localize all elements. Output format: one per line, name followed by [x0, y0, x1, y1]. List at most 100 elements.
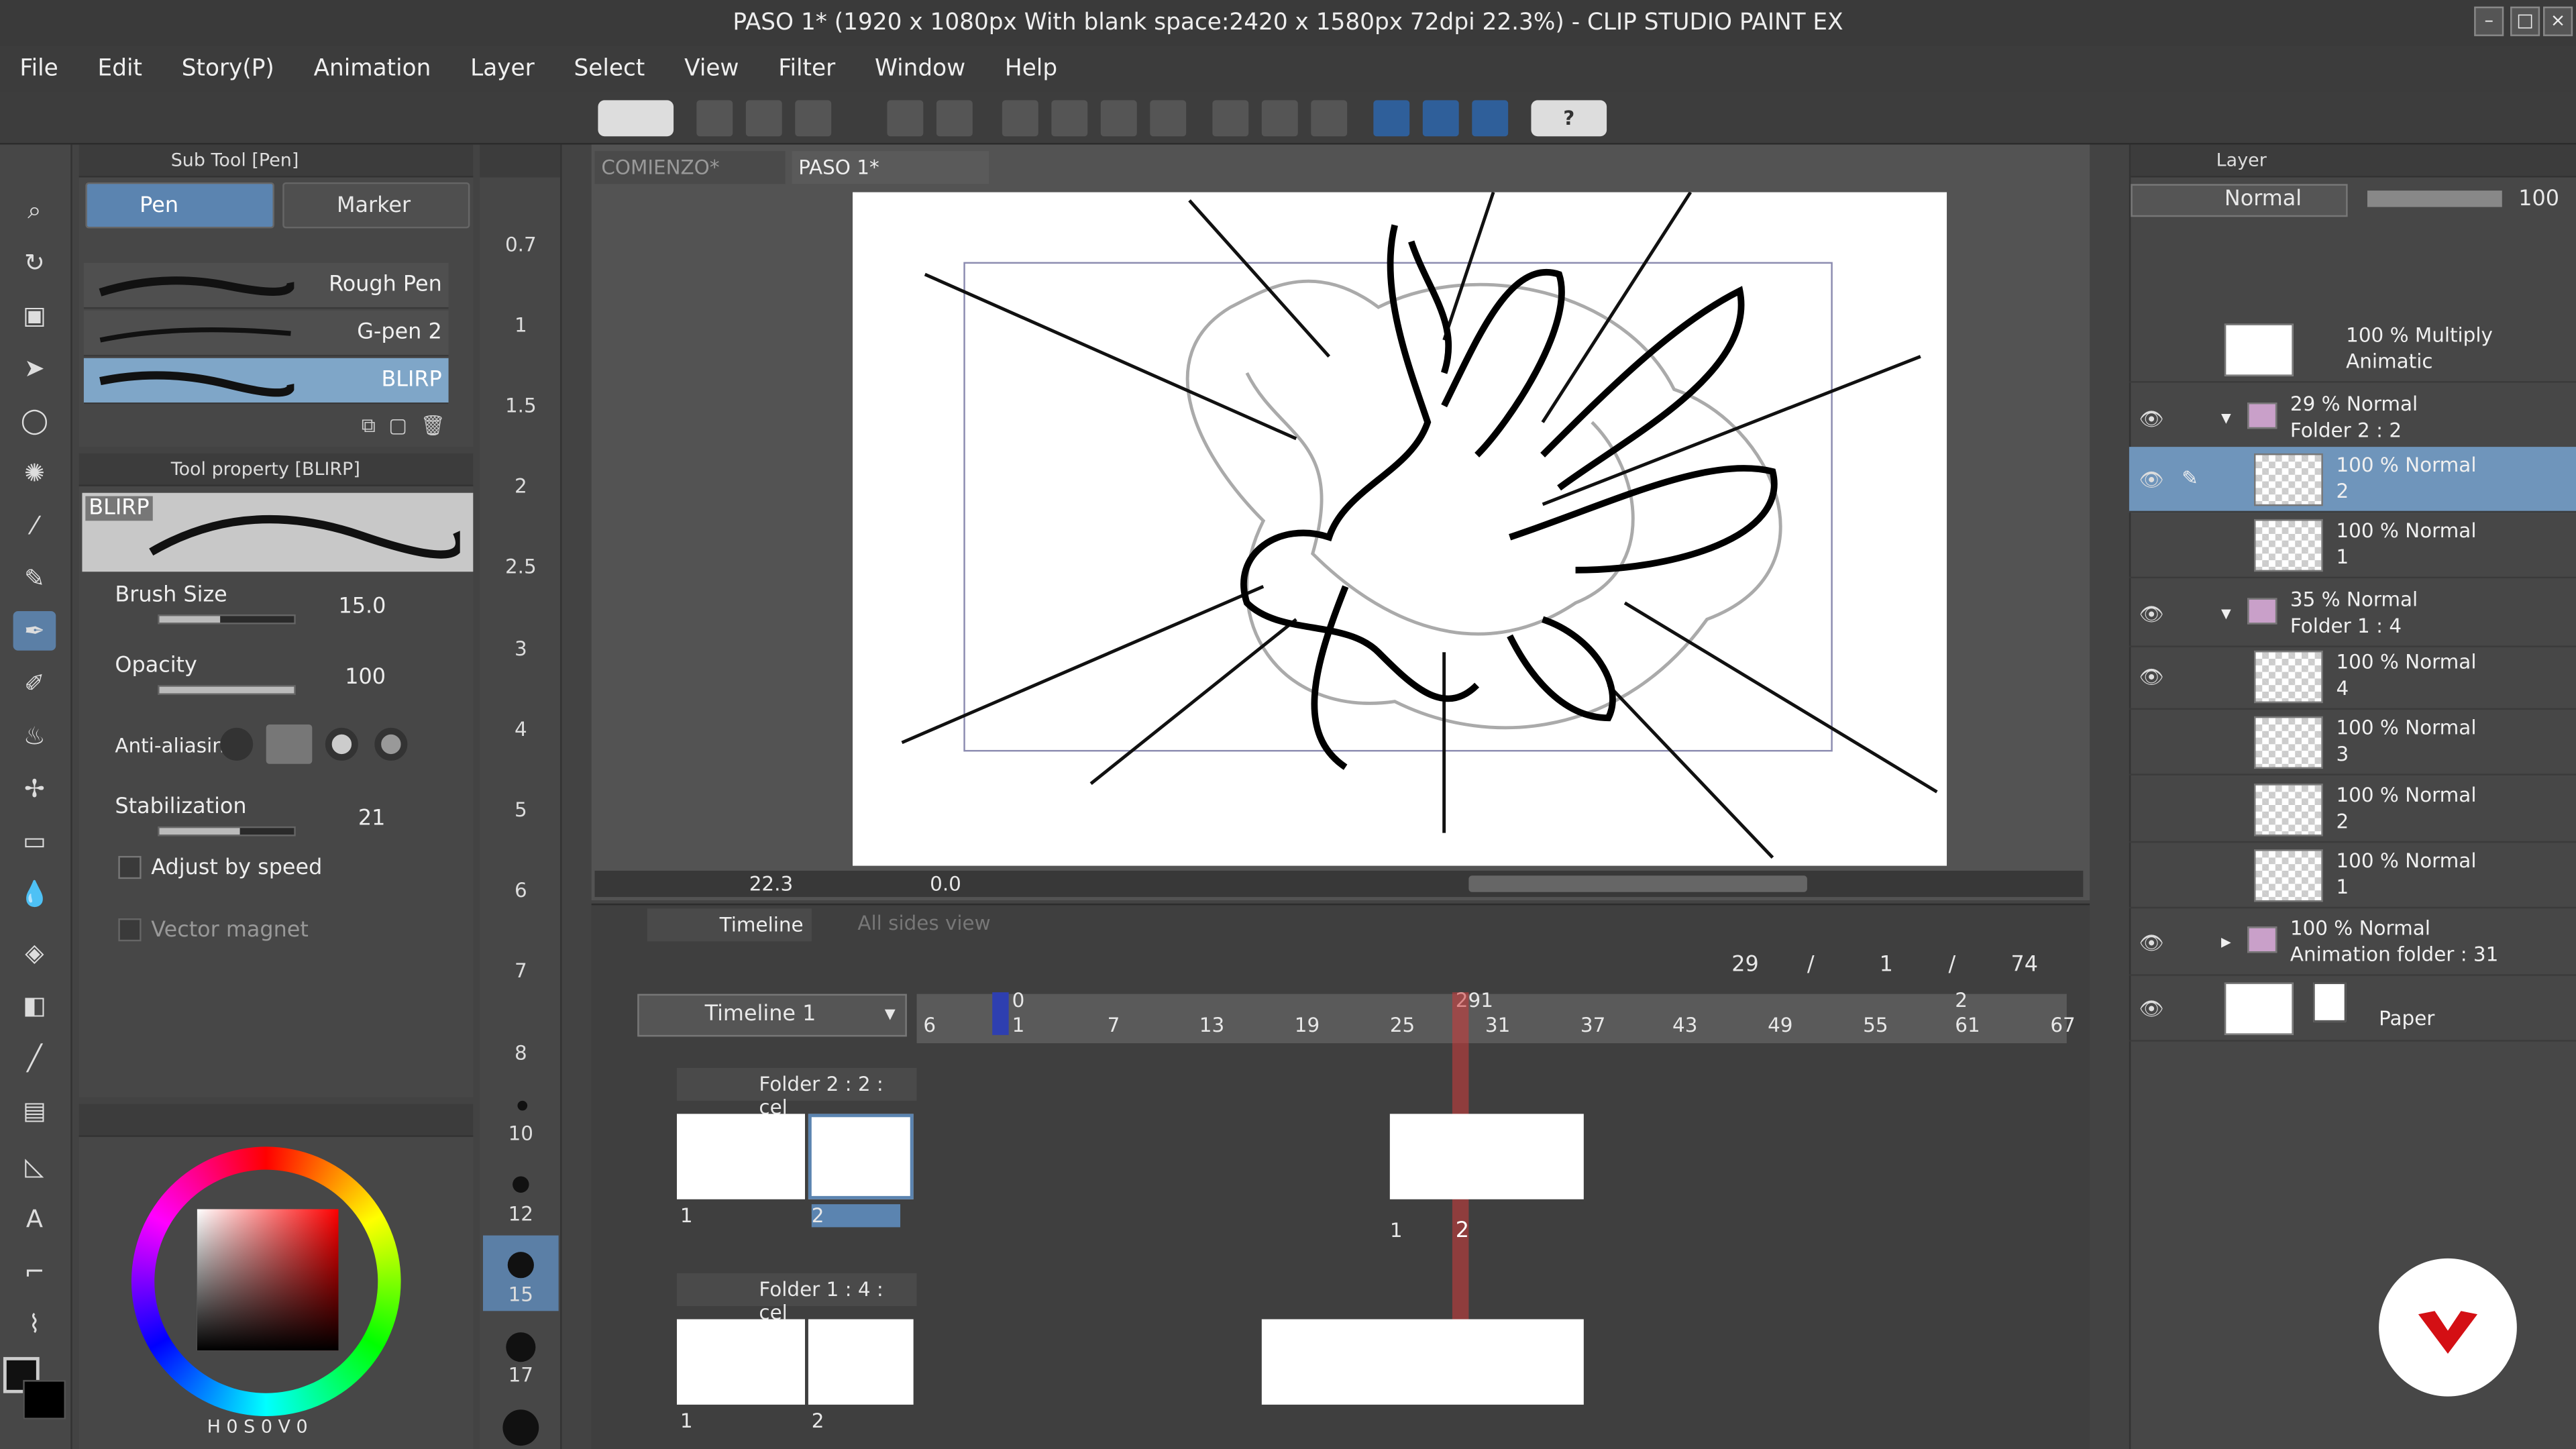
- layer-row[interactable]: 👁 ▾ 29 % Normal Folder 2 : 2: [2129, 386, 2576, 452]
- eye-icon[interactable]: 👁: [2139, 468, 2164, 491]
- layer-opacity-slider[interactable]: [2367, 191, 2502, 207]
- adjust-by-speed-checkbox[interactable]: [118, 855, 142, 879]
- frame-cels[interactable]: [1389, 1114, 1584, 1199]
- layer-row[interactable]: 100 % Normal 1: [2129, 843, 2576, 909]
- sub-color-swatch[interactable]: [23, 1380, 66, 1419]
- brush-size-0.7[interactable]: 0.7: [480, 233, 561, 256]
- brush-blirp[interactable]: BLIRP: [83, 358, 449, 405]
- decoration-tool-icon[interactable]: ✢: [13, 769, 56, 808]
- timeline-select[interactable]: Timeline 1 ▾: [637, 994, 907, 1037]
- doc-tab-paso[interactable]: PASO 1*: [792, 151, 989, 184]
- blend-tool-icon[interactable]: 💧: [13, 874, 56, 914]
- folder-expand-icon[interactable]: ▾: [2221, 601, 2231, 624]
- saturation-value-square[interactable]: [197, 1209, 339, 1351]
- minimize-icon[interactable]: –: [2474, 6, 2504, 36]
- timeline-tab[interactable]: Timeline: [647, 908, 812, 942]
- layer-row[interactable]: 100 % Normal 1: [2129, 513, 2576, 579]
- brush-size-6[interactable]: 6: [480, 879, 561, 902]
- eye-icon[interactable]: 👁: [2139, 407, 2164, 430]
- move-layer-tool-icon[interactable]: ▣: [13, 296, 56, 335]
- clip-studio-icon[interactable]: [598, 100, 674, 137]
- eye-icon[interactable]: 👁: [2139, 665, 2164, 688]
- layer-row[interactable]: 👁 ▾ 35 % Normal Folder 1 : 4: [2129, 582, 2576, 647]
- antialias-weak-button[interactable]: [266, 724, 313, 764]
- eraser-tool-icon[interactable]: ▭: [13, 821, 56, 861]
- figure-tool-icon[interactable]: ╱: [13, 1038, 56, 1078]
- opacity-slider[interactable]: [158, 685, 296, 695]
- track-folder-2[interactable]: Folder 2 : 2 : cel: [676, 1067, 917, 1119]
- brush-size-1.5[interactable]: 1.5: [480, 394, 561, 417]
- canvas-hscrollbar[interactable]: [1468, 875, 1807, 892]
- snap-ruler-icon[interactable]: [1373, 100, 1410, 137]
- help-icon[interactable]: ?: [1531, 100, 1607, 137]
- operation-tool-icon[interactable]: ➤: [13, 348, 56, 388]
- folder-expand-icon[interactable]: ▾: [2221, 406, 2231, 429]
- brush-size-slider[interactable]: [158, 614, 296, 625]
- layer-row[interactable]: 👁 ▸ 100 % Normal Animation folder : 31: [2129, 910, 2576, 976]
- eraser-icon[interactable]: [1100, 100, 1137, 137]
- frame-tool-icon[interactable]: ▤: [13, 1091, 56, 1130]
- menu-view[interactable]: View: [665, 56, 759, 82]
- balloon-tool-icon[interactable]: ⌐: [13, 1252, 56, 1291]
- cel-thumb[interactable]: [676, 1319, 806, 1405]
- deselect-icon[interactable]: [1212, 100, 1249, 137]
- folder-collapse-icon[interactable]: ▸: [2221, 930, 2231, 953]
- antialias-none-button[interactable]: [220, 727, 254, 761]
- brush-size-7[interactable]: 7: [480, 959, 561, 982]
- menu-story[interactable]: Story(P): [162, 56, 294, 82]
- zoom-value[interactable]: 22.3: [749, 872, 793, 895]
- menu-layer[interactable]: Layer: [451, 56, 554, 82]
- menu-filter[interactable]: Filter: [759, 56, 855, 82]
- brush-size-5[interactable]: 5: [480, 798, 561, 821]
- menu-edit[interactable]: Edit: [78, 56, 162, 82]
- layer-row-selected[interactable]: 👁 ✎ 100 % Normal 2: [2129, 447, 2576, 513]
- pen-tool-icon[interactable]: ✒: [13, 611, 56, 651]
- menu-help[interactable]: Help: [985, 56, 1077, 82]
- eyedropper-tool-icon[interactable]: ⁄: [13, 506, 56, 545]
- brush-size-2[interactable]: 2: [480, 475, 561, 498]
- angle-value[interactable]: 0.0: [930, 872, 961, 895]
- cel-thumb[interactable]: [808, 1319, 914, 1405]
- pencil-tool-icon[interactable]: ✎: [13, 559, 56, 598]
- brush-size-15[interactable]: 15: [480, 1283, 561, 1306]
- snap-special-icon[interactable]: [1422, 100, 1459, 137]
- auto-select-tool-icon[interactable]: ✺: [13, 453, 56, 493]
- menu-window[interactable]: Window: [855, 56, 985, 82]
- layer-row[interactable]: 100 % Normal 2: [2129, 777, 2576, 843]
- layer-row[interactable]: 👁 Paper: [2129, 976, 2576, 1042]
- brush-g-pen-2[interactable]: G-pen 2: [83, 310, 449, 357]
- gradient-tool-icon[interactable]: ◧: [13, 985, 56, 1025]
- tab-marker[interactable]: Marker: [282, 182, 470, 229]
- antialias-strong-button[interactable]: [374, 727, 408, 761]
- menu-select[interactable]: Select: [554, 56, 665, 82]
- menu-file[interactable]: File: [0, 56, 78, 82]
- brush-size-2.5[interactable]: 2.5: [480, 555, 561, 578]
- redo-icon[interactable]: [936, 100, 973, 137]
- brush-size-3[interactable]: 3: [480, 637, 561, 660]
- brush-size-value[interactable]: 15.0: [338, 595, 386, 620]
- layer-opacity-value[interactable]: 100: [2518, 187, 2559, 212]
- eye-icon[interactable]: 👁: [2139, 932, 2164, 955]
- start-frame-marker[interactable]: [992, 992, 1009, 1035]
- transform-icon[interactable]: [1150, 100, 1187, 137]
- correct-line-tool-icon[interactable]: ⌇: [13, 1304, 56, 1344]
- maximize-icon[interactable]: □: [2510, 6, 2540, 36]
- current-frame[interactable]: 29: [1731, 953, 1759, 977]
- drawing-canvas[interactable]: [853, 191, 1947, 866]
- vector-magnet-checkbox[interactable]: [118, 918, 142, 942]
- brush-size-1[interactable]: 1: [480, 314, 561, 337]
- show-border-icon[interactable]: [1311, 100, 1348, 137]
- fill-icon[interactable]: [1051, 100, 1088, 137]
- rotate-tool-icon[interactable]: ↻: [13, 243, 56, 282]
- close-icon[interactable]: ×: [2543, 6, 2573, 36]
- new-file-icon[interactable]: [696, 100, 733, 137]
- sub-tool-actions[interactable]: ⧉▢🗑: [362, 414, 460, 440]
- brush-size-4[interactable]: 4: [480, 718, 561, 741]
- airbrush-tool-icon[interactable]: ♨: [13, 716, 56, 756]
- antialias-medium-button[interactable]: [325, 727, 358, 761]
- zoom-tool-icon[interactable]: ⌕: [13, 191, 56, 230]
- fill-tool-icon[interactable]: ◈: [13, 933, 56, 973]
- layer-row[interactable]: 👁 100 % Normal 4: [2129, 644, 2576, 710]
- stabilization-slider[interactable]: [158, 826, 296, 837]
- eye-icon[interactable]: 👁: [2139, 603, 2164, 626]
